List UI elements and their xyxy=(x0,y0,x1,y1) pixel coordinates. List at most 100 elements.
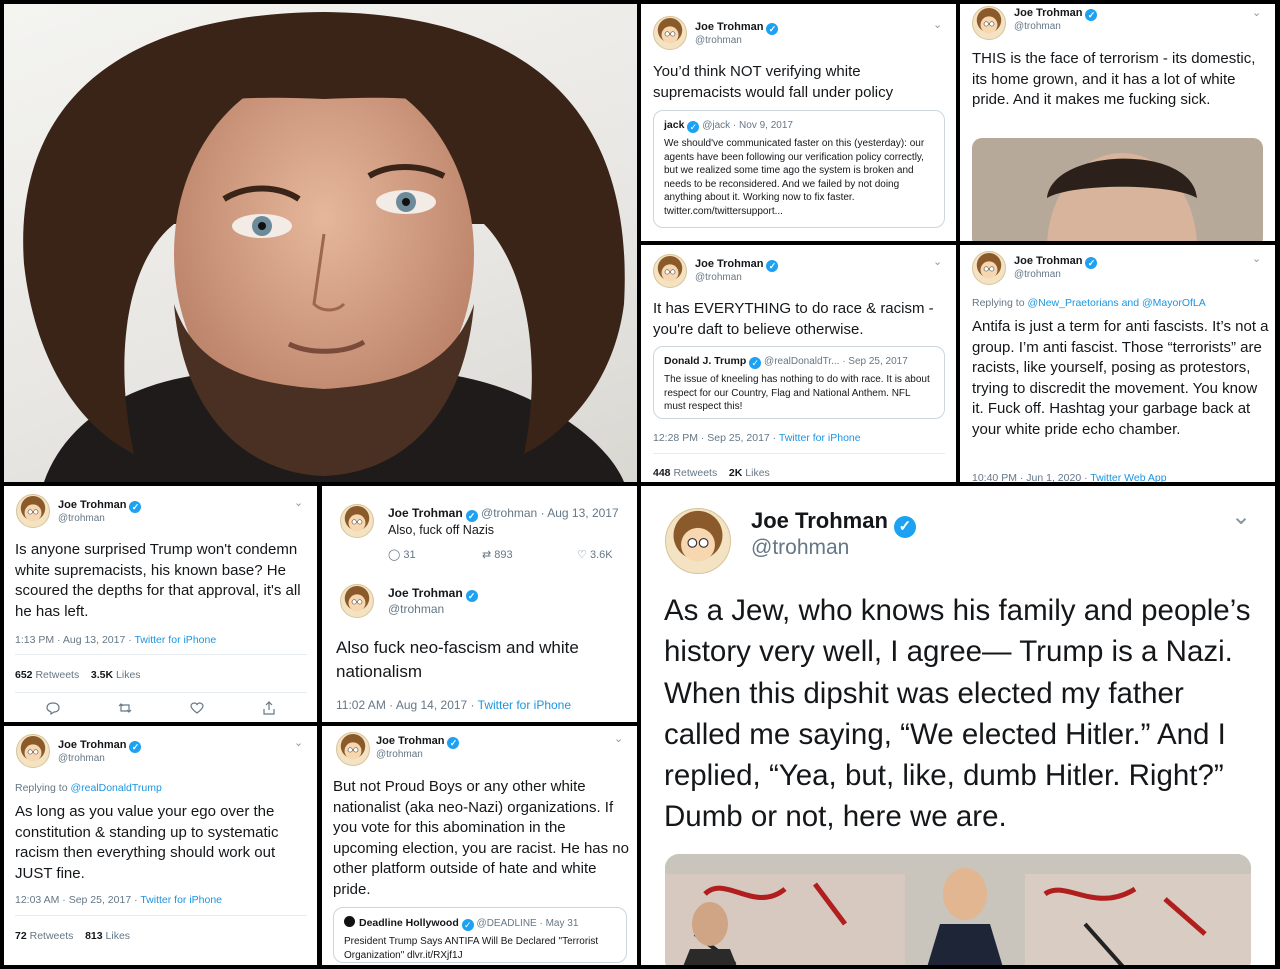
verified-badge-icon: ✓ xyxy=(447,737,460,749)
retweet-count[interactable]: 652 xyxy=(15,669,33,681)
chevron-down-icon[interactable]: ⌄ xyxy=(1252,6,1261,19)
reply-action[interactable]: ◯ 31 xyxy=(388,548,416,561)
retweet-label[interactable]: Retweets xyxy=(30,930,74,942)
tweet-source[interactable]: Twitter for iPhone xyxy=(140,894,222,906)
author-handle[interactable]: @trohman xyxy=(1014,269,1061,280)
tweet-fuck-off-nazis[interactable]: Joe Trohman ✓ @trohman · Aug 13, 2017 Als… xyxy=(322,486,637,722)
tweet-meta[interactable]: @trohman · Aug 13, 2017 xyxy=(481,506,619,520)
chevron-down-icon[interactable]: ⌄ xyxy=(294,736,303,749)
like-action[interactable]: ♡ 3.6K xyxy=(577,548,613,561)
tweet-source[interactable]: Twitter for iPhone xyxy=(478,698,571,712)
author-handle[interactable]: @trohman xyxy=(1014,21,1061,32)
tweet-jew-nazi[interactable]: Joe Trohman ✓ @trohman ⌄ As a Jew, who kn… xyxy=(641,486,1275,965)
verified-badge-icon: ✓ xyxy=(749,357,762,369)
avatar[interactable] xyxy=(340,504,374,538)
tweet-timestamp[interactable]: 1:13 PM · Aug 13, 2017 · xyxy=(15,634,134,646)
like-count[interactable]: 2K xyxy=(729,467,742,479)
replying-to-link[interactable]: @New_Praetorians and @MayorOfLA xyxy=(1027,297,1205,309)
author-handle[interactable]: @trohman xyxy=(388,602,444,616)
like-label[interactable]: Likes xyxy=(116,669,141,681)
quoted-tweet[interactable]: Deadline Hollywood ✓ @DEADLINE · May 31 P… xyxy=(333,907,627,963)
quoted-author-name: Donald J. Trump xyxy=(664,355,747,367)
author-handle[interactable]: @trohman xyxy=(58,753,105,764)
tweet-face-of-terrorism[interactable]: Joe Trohman ✓ @trohman ⌄ THIS is the face… xyxy=(960,4,1275,241)
tweet-proud-boys[interactable]: Joe Trohman ✓ @trohman ⌄ But not Proud Bo… xyxy=(322,726,637,965)
like-label[interactable]: Likes xyxy=(745,467,770,479)
avatar[interactable] xyxy=(16,494,50,528)
tweet-image[interactable] xyxy=(972,138,1263,241)
avatar[interactable] xyxy=(972,251,1006,285)
tweet-source[interactable]: Twitter for iPhone xyxy=(134,634,216,646)
tweet-text: As a Jew, who knows his family and peopl… xyxy=(664,594,1251,834)
author-name[interactable]: Joe Trohman xyxy=(376,735,444,747)
tweet-everything-race[interactable]: Joe Trohman ✓ @trohman ⌄ It has EVERYTHIN… xyxy=(641,245,956,482)
verified-badge-icon: ✓ xyxy=(129,501,142,513)
verified-badge-icon: ✓ xyxy=(766,260,779,272)
replying-to: Replying to @realDonaldTrump xyxy=(15,782,162,794)
retweet-action[interactable]: ⇄ 893 xyxy=(482,548,513,561)
author-name[interactable]: Joe Trohman xyxy=(695,21,763,33)
tweet-source[interactable]: Twitter Web App xyxy=(1090,472,1166,482)
author-name[interactable]: Joe Trohman xyxy=(1014,7,1082,19)
reply-icon: ◯ xyxy=(388,549,401,561)
retweet-count: 893 xyxy=(494,549,513,561)
tweet-timestamp[interactable]: 11:02 AM · Aug 14, 2017 · xyxy=(336,698,478,712)
author-name[interactable]: Joe Trohman xyxy=(388,586,463,600)
author-handle[interactable]: @trohman xyxy=(376,749,423,760)
like-count[interactable]: 813 xyxy=(85,930,103,942)
tweet-timestamp[interactable]: 12:03 AM · Sep 25, 2017 · xyxy=(15,894,140,906)
chevron-down-icon[interactable]: ⌄ xyxy=(933,18,942,31)
like-count[interactable]: 3.5K xyxy=(91,669,113,681)
tweet-verification-policy[interactable]: Joe Trohman ✓ @trohman ⌄ You’d think NOT … xyxy=(641,4,956,241)
quoted-author-name: Deadline Hollywood xyxy=(359,917,459,929)
author-name[interactable]: Joe Trohman xyxy=(1014,255,1082,267)
author-name[interactable]: Joe Trohman xyxy=(751,508,888,533)
retweet-count[interactable]: 72 xyxy=(15,930,27,942)
verified-badge-icon: ✓ xyxy=(766,23,779,35)
chevron-down-icon[interactable]: ⌄ xyxy=(1231,502,1251,531)
heart-icon[interactable] xyxy=(190,701,204,720)
quoted-tweet[interactable]: Donald J. Trump ✓ @realDonaldTr... · Sep … xyxy=(653,346,945,419)
retweet-icon[interactable] xyxy=(118,701,132,720)
like-label[interactable]: Likes xyxy=(106,930,131,942)
tweet-antifa[interactable]: Joe Trohman ✓ @trohman ⌄ Replying to @New… xyxy=(960,245,1275,482)
retweet-count[interactable]: 448 xyxy=(653,467,671,479)
avatar[interactable] xyxy=(336,732,370,766)
share-icon[interactable] xyxy=(262,701,276,720)
author-handle[interactable]: @trohman xyxy=(58,513,105,524)
author-name[interactable]: Joe Trohman xyxy=(58,739,126,751)
avatar[interactable] xyxy=(972,6,1006,40)
quoted-meta: @DEADLINE · May 31 xyxy=(476,918,579,929)
chevron-down-icon[interactable]: ⌄ xyxy=(614,732,623,745)
author-handle[interactable]: @trohman xyxy=(695,35,742,46)
author-handle[interactable]: @trohman xyxy=(695,272,742,283)
tweet-timestamp[interactable]: 10:40 PM · Jun 1, 2020 · xyxy=(972,472,1090,482)
chevron-down-icon[interactable]: ⌄ xyxy=(933,255,942,268)
avatar[interactable] xyxy=(340,584,374,618)
chevron-down-icon[interactable]: ⌄ xyxy=(294,496,303,509)
tweet-image[interactable] xyxy=(665,854,1251,965)
chevron-down-icon[interactable]: ⌄ xyxy=(1252,252,1261,265)
avatar[interactable] xyxy=(665,508,731,574)
author-name[interactable]: Joe Trohman xyxy=(695,258,763,270)
avatar[interactable] xyxy=(653,16,687,50)
reply-icon[interactable] xyxy=(46,701,60,720)
verified-badge-icon: ✓ xyxy=(687,121,700,133)
avatar[interactable] xyxy=(16,734,50,768)
tweet-text: Is anyone surprised Trump won't condemn … xyxy=(15,541,301,620)
author-name[interactable]: Joe Trohman xyxy=(58,499,126,511)
tweet-source[interactable]: Twitter for iPhone xyxy=(779,432,861,444)
author-name[interactable]: Joe Trohman xyxy=(388,506,463,520)
retweet-label[interactable]: Retweets xyxy=(673,467,717,479)
tweet-timestamp[interactable]: 12:28 PM · Sep 25, 2017 · xyxy=(653,432,779,444)
tweet-trump-condemn[interactable]: Joe Trohman ✓ @trohman ⌄ Is anyone surpri… xyxy=(4,486,317,722)
verified-badge-icon: ✓ xyxy=(465,590,478,602)
quoted-text: The issue of kneeling has nothing to do … xyxy=(664,374,930,412)
replying-to-link[interactable]: @realDonaldTrump xyxy=(70,782,161,794)
quoted-tweet[interactable]: jack ✓ @jack · Nov 9, 2017 We should've c… xyxy=(653,110,945,228)
tweet-text: As long as you value your ego over the c… xyxy=(15,803,279,882)
retweet-label[interactable]: Retweets xyxy=(35,669,79,681)
author-handle[interactable]: @trohman xyxy=(751,536,849,560)
tweet-ego-constitution[interactable]: Joe Trohman ✓ @trohman ⌄ Replying to @rea… xyxy=(4,726,317,965)
avatar[interactable] xyxy=(653,254,687,288)
